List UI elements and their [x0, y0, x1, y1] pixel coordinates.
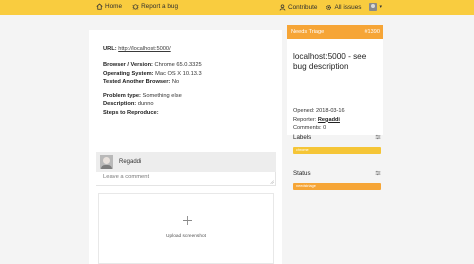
commenter-name: Regaddi — [119, 159, 142, 165]
avatar — [369, 3, 378, 11]
os-value: Mac OS X 10.13.3 — [155, 70, 202, 77]
problem-value: Something else — [142, 93, 182, 100]
url-row: URL: http://localhost:5000/ — [103, 45, 202, 53]
os-row: Operating System: Mac OS X 10.13.3 — [103, 70, 202, 78]
label-chrome[interactable]: chrome — [293, 147, 381, 154]
problem-row: Problem type: Something else — [103, 92, 202, 100]
triage-status-bar: Needs Triage #1390 — [287, 25, 383, 39]
top-navigation-bar: Home Report a bug Contribute All issues — [0, 0, 474, 15]
comment-header: Regaddi — [96, 152, 276, 172]
all-issues-link[interactable]: All issues — [325, 4, 361, 11]
tested-row: Tested Another Browser: No — [103, 78, 202, 86]
browser-row: Browser / Version: Chrome 65.0.3325 — [103, 61, 202, 69]
report-bug-link[interactable]: Report a bug — [132, 3, 178, 10]
issue-summary-card: localhost:5000 - see bug description Ope… — [287, 39, 383, 135]
resize-handle-icon[interactable] — [270, 180, 274, 184]
issue-title: localhost:5000 - see bug description — [293, 52, 367, 72]
upload-screenshot-area[interactable]: Upload screenshot — [98, 193, 274, 264]
comment-count: Comments: 0 — [293, 125, 327, 132]
issue-number: #1390 — [364, 29, 380, 35]
issue-meta: Opened: 2018-03-16 Reporter: Regaddi Com… — [293, 107, 345, 133]
url-link[interactable]: http://localhost:5000/ — [118, 46, 171, 52]
nav-left-group: Home Report a bug — [96, 3, 178, 10]
contribute-link-label: Contribute — [287, 3, 318, 11]
browser-label: Browser / Version: — [103, 62, 153, 69]
issue-sidebar: Needs Triage #1390 localhost:5000 - see … — [287, 25, 383, 190]
commenter-avatar — [100, 155, 113, 169]
tested-value: No — [171, 78, 180, 85]
all-issues-link-label: All issues — [334, 3, 362, 11]
comment-placeholder: Leave a comment — [103, 174, 150, 180]
issue-details: URL: http://localhost:5000/ Browser / Ve… — [103, 45, 202, 117]
plus-icon — [183, 216, 192, 225]
contribute-link[interactable]: Contribute — [279, 3, 318, 11]
settings-icon[interactable] — [375, 170, 381, 176]
chevron-down-icon: ▾ — [379, 4, 382, 10]
label-needstriage[interactable]: needstriage — [293, 183, 381, 190]
steps-label: Steps to Reproduce: — [103, 109, 159, 116]
comment-textarea[interactable]: Leave a comment — [96, 172, 276, 186]
os-label: Operating System: — [103, 70, 154, 77]
steps-row: Steps to Reproduce: — [103, 109, 202, 117]
reporter-row: Reporter: Regaddi — [293, 116, 345, 125]
home-icon — [96, 3, 103, 10]
comment-box: Regaddi Leave a comment — [96, 152, 276, 186]
user-icon — [279, 3, 286, 11]
gear-icon — [326, 4, 332, 10]
label-chrome-text: chrome — [296, 148, 309, 152]
labels-title: Labels — [293, 134, 312, 141]
problem-label: Problem type: — [103, 93, 141, 100]
status-title: Status — [293, 170, 311, 177]
opened-date: Opened: 2018-03-16 — [293, 108, 345, 114]
labels-section: Labels chrome — [293, 134, 381, 154]
reporter-label: Reporter: — [293, 116, 317, 123]
issue-details-panel: URL: http://localhost:5000/ Browser / Ve… — [89, 30, 282, 264]
status-section: Status needstriage — [293, 170, 381, 190]
description-value: dunno — [137, 101, 154, 108]
status-badge: Needs Triage — [291, 29, 325, 35]
bug-icon — [132, 4, 139, 10]
label-needstriage-text: needstriage — [296, 184, 316, 188]
description-label: Description: — [103, 101, 137, 108]
upload-screenshot-label: Upload screenshot — [166, 234, 206, 239]
home-link[interactable]: Home — [96, 3, 122, 10]
description-row: Description: dunno — [103, 100, 202, 108]
tested-label: Tested Another Browser: — [103, 78, 171, 85]
nav-right-group: Contribute All issues ▾ — [279, 3, 382, 11]
browser-value: Chrome 65.0.3325 — [154, 62, 202, 69]
report-bug-link-label: Report a bug — [141, 3, 179, 10]
settings-icon[interactable] — [375, 134, 381, 140]
home-link-label: Home — [105, 3, 123, 10]
user-menu[interactable]: ▾ — [369, 3, 382, 11]
url-label: URL: — [103, 46, 117, 52]
reporter-link[interactable]: Regaddi — [318, 117, 340, 123]
